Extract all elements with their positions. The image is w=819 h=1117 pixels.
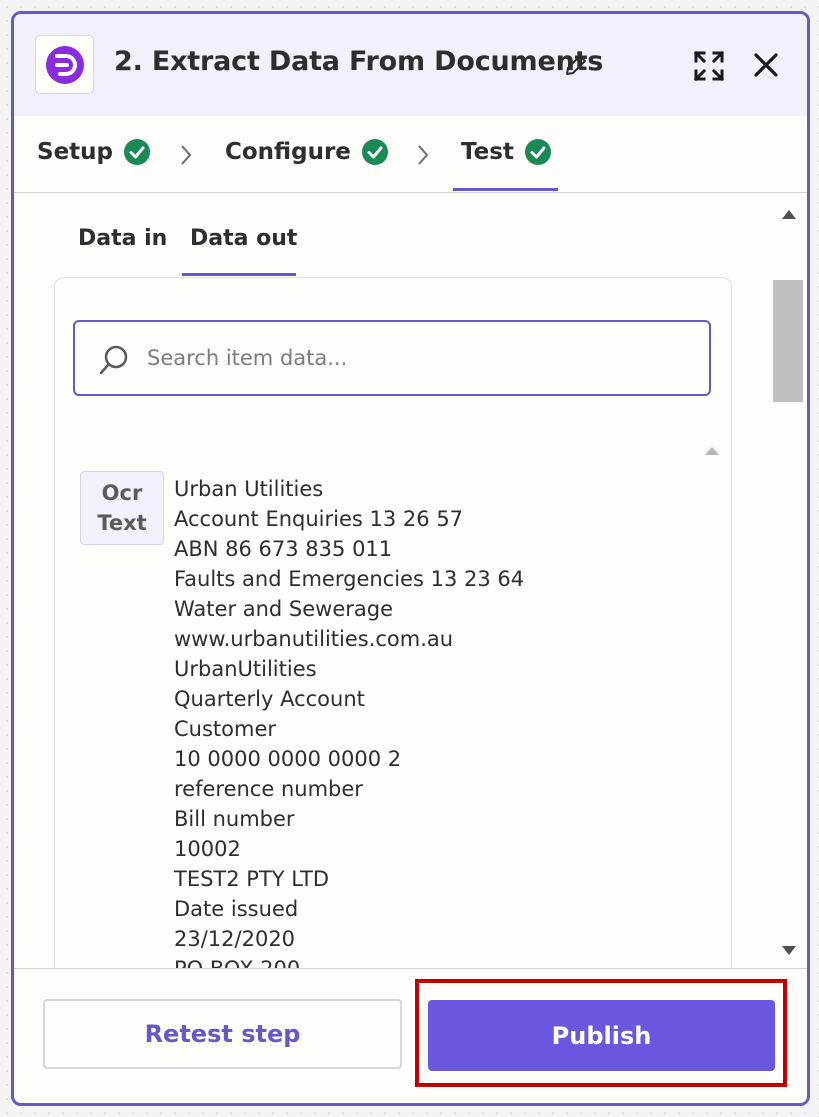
ocr-text-value: Urban Utilities Account Enquiries 13 26 5… (174, 474, 674, 998)
step-content: Data in Data out OcrText Urban Utilities… (14, 193, 807, 999)
field-key-label: Ocr Text (80, 471, 164, 545)
search-input[interactable] (147, 322, 687, 394)
ocr-text-line: Faults and Emergencies 13 23 64 (174, 567, 525, 591)
step-label: Configure (225, 139, 351, 165)
ocr-text-line: Quarterly Account (174, 687, 365, 711)
scrollbar-thumb[interactable] (773, 280, 803, 402)
tab-data-in[interactable]: Data in (78, 226, 167, 251)
close-icon[interactable] (753, 52, 779, 82)
scroll-up-arrow-icon[interactable] (781, 208, 797, 220)
scroll-up-arrow-icon[interactable] (704, 446, 720, 456)
ocr-text-line: reference number (174, 777, 363, 801)
ocr-text-line: Customer (174, 717, 277, 741)
app-logo-icon (35, 35, 94, 94)
check-circle-icon (361, 139, 388, 165)
panel-footer: Retest step Publish (14, 968, 807, 1103)
ocr-text-line: 10002 (174, 837, 241, 861)
ocr-text-line: ABN 86 673 835 011 (174, 537, 393, 561)
ocr-text-line: Account Enquiries 13 26 57 (174, 507, 464, 531)
publish-button[interactable]: Publish (428, 1000, 775, 1071)
expand-icon[interactable] (693, 50, 725, 86)
data-out-card: OcrText Urban Utilities Account Enquiries… (54, 277, 732, 999)
step-label: Setup (37, 139, 113, 165)
check-circle-icon (524, 139, 551, 165)
search-icon (99, 345, 128, 375)
ocr-text-line: Bill number (174, 807, 295, 831)
ocr-text-line: 23/12/2020 (174, 927, 296, 951)
step-label: Test (461, 139, 514, 165)
pencil-icon[interactable] (563, 52, 589, 82)
ocr-text-line: 10 0000 0000 0000 2 (174, 747, 402, 771)
ocr-text-line: Water and Sewerage (174, 597, 394, 621)
ocr-text-line: TEST2 PTY LTD (174, 867, 330, 891)
check-circle-icon (124, 139, 150, 165)
retest-step-button[interactable]: Retest step (43, 999, 402, 1069)
step-progress-bar: Setup Configure Test (14, 116, 807, 193)
active-step-indicator (453, 188, 558, 191)
ocr-text-line: Date issued (174, 897, 299, 921)
chevron-right-icon (418, 145, 429, 165)
step-editor-panel: 2. Extract Data From Documents Setup Con… (11, 11, 810, 1106)
active-tab-indicator (182, 273, 296, 276)
step-test[interactable]: Test (461, 138, 552, 166)
chevron-right-icon (181, 145, 192, 165)
step-setup[interactable]: Setup (37, 138, 151, 166)
step-configure[interactable]: Configure (225, 138, 389, 166)
step-title: 2. Extract Data From Documents (114, 46, 604, 77)
search-box[interactable] (73, 320, 711, 396)
panel-header: 2. Extract Data From Documents (14, 14, 807, 116)
ocr-text-line: UrbanUtilities (174, 657, 317, 681)
tab-data-out[interactable]: Data out (190, 226, 297, 251)
ocr-text-line: www.urbanutilities.com.au (174, 627, 454, 651)
scroll-down-arrow-icon[interactable] (781, 945, 797, 957)
ocr-text-line: Urban Utilities (174, 477, 324, 501)
